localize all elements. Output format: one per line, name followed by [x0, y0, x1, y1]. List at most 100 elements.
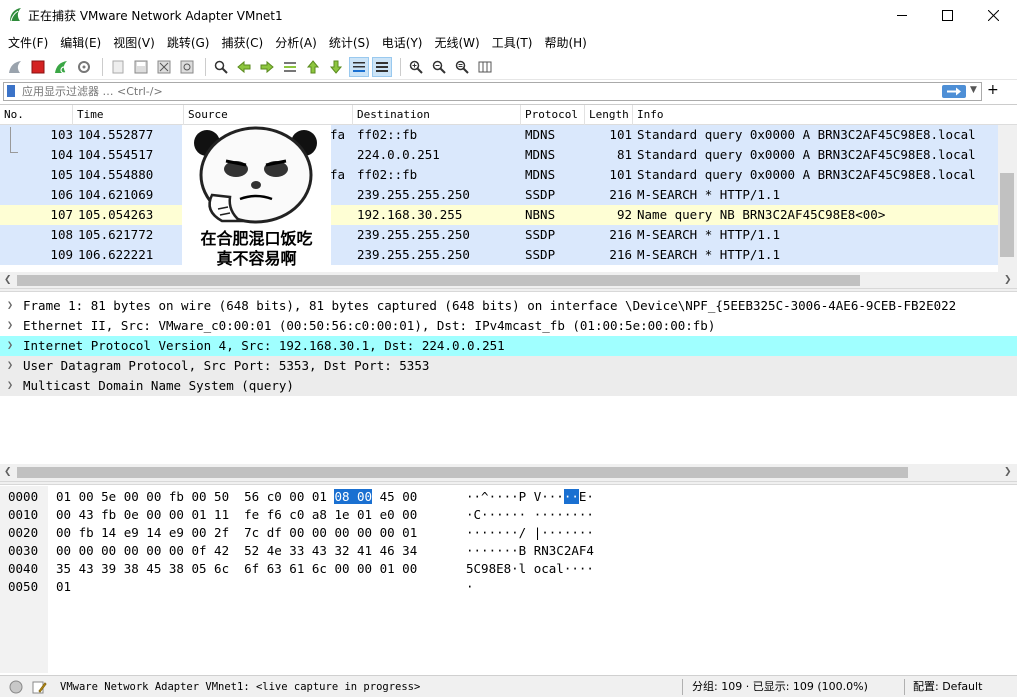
packet-no: 108 [50, 227, 73, 242]
detail-text: Frame 1: 81 bytes on wire (648 bits), 81… [23, 298, 957, 313]
packet-destination: ff02::fb [357, 127, 418, 142]
chevron-right-icon[interactable]: ❯ [7, 376, 13, 396]
detail-row-frame[interactable]: ❯ Frame 1: 81 bytes on wire (648 bits), … [0, 296, 1017, 316]
packet-list-horizontal-scrollbar[interactable]: ❮ ❯ [0, 272, 1017, 289]
capture-options-button[interactable] [74, 57, 94, 77]
apply-filter-button[interactable] [942, 85, 966, 98]
packet-time: 104.621069 [78, 187, 154, 202]
display-filter-input[interactable] [22, 83, 932, 100]
ascii-row[interactable]: ··^····P V·····E· [466, 488, 594, 506]
zoom-reset-button[interactable] [452, 57, 472, 77]
capture-comment-icon[interactable] [31, 679, 47, 695]
menu-help[interactable]: 帮助(H) [538, 34, 592, 51]
packet-row[interactable]: 103 104.552877 fa ff02::fb MDNS 101 Stan… [0, 125, 998, 145]
menu-statistics[interactable]: 统计(S) [323, 34, 376, 51]
packet-row[interactable]: 107 105.054263 192.168.30.255 NBNS 92 Na… [0, 205, 998, 225]
packet-row[interactable]: 108 105.621772 239.255.255.250 SSDP 216 … [0, 225, 998, 245]
column-header-destination[interactable]: Destination [353, 105, 521, 125]
packet-source [330, 245, 352, 265]
chevron-right-icon[interactable]: ❯ [7, 296, 13, 316]
chevron-left-icon[interactable]: ❮ [4, 467, 12, 477]
menu-capture[interactable]: 捕获(C) [215, 34, 269, 51]
column-header-info[interactable]: Info [633, 105, 1017, 125]
menu-telephony[interactable]: 电话(Y) [376, 34, 429, 51]
ascii-row[interactable]: 5C98E8·l ocal···· [466, 560, 594, 578]
chevron-right-icon[interactable]: ❯ [1004, 275, 1012, 285]
pane-splitter[interactable] [0, 481, 1017, 485]
detail-row-mdns[interactable]: ❯ Multicast Domain Name System (query) [0, 376, 1017, 396]
column-header-protocol[interactable]: Protocol [521, 105, 585, 125]
menu-view[interactable]: 视图(V) [107, 34, 161, 51]
open-file-button[interactable] [108, 57, 128, 77]
column-header-no[interactable]: No. [0, 105, 73, 125]
minimize-button[interactable] [879, 0, 925, 30]
expert-info-icon[interactable] [9, 680, 23, 694]
close-button[interactable] [970, 0, 1016, 30]
start-capture-button[interactable] [5, 57, 25, 77]
ascii-row[interactable]: ·······B RN3C2AF4 [466, 542, 594, 560]
bookmark-icon[interactable] [7, 85, 15, 97]
detail-row-udp[interactable]: ❯ User Datagram Protocol, Src Port: 5353… [0, 356, 1017, 376]
hex-row[interactable]: 01 00 5e 00 00 fb 00 50 56 c0 00 01 08 0… [56, 488, 417, 506]
packet-row[interactable]: 109 106.622221 239.255.255.250 SSDP 216 … [0, 245, 998, 265]
go-to-packet-button[interactable] [280, 57, 300, 77]
pane-splitter[interactable] [0, 288, 1017, 292]
stop-capture-button[interactable] [28, 57, 48, 77]
window-title: 正在捕获 VMware Network Adapter VMnet1 [28, 8, 283, 23]
chevron-right-icon[interactable]: ❯ [7, 336, 13, 356]
autoscroll-button[interactable] [349, 56, 369, 77]
menu-tools[interactable]: 工具(T) [486, 34, 539, 51]
column-header-source[interactable]: Source [184, 105, 353, 125]
menu-edit[interactable]: 编辑(E) [54, 34, 107, 51]
hex-row[interactable]: 00 00 00 00 00 00 0f 42 52 4e 33 43 32 4… [56, 542, 417, 560]
scrollbar-thumb[interactable] [17, 467, 908, 478]
packet-row[interactable]: 105 104.554880 fa ff02::fb MDNS 101 Stan… [0, 165, 998, 185]
arrow-up-icon [306, 59, 320, 73]
packet-row[interactable]: 106 104.621069 239.255.255.250 SSDP 216 … [0, 185, 998, 205]
detail-row-ipv4[interactable]: ❯ Internet Protocol Version 4, Src: 192.… [0, 336, 1017, 356]
resize-columns-button[interactable] [475, 57, 495, 77]
zoom-in-button[interactable] [406, 57, 426, 77]
menu-wireless[interactable]: 无线(W) [429, 34, 486, 51]
packet-info: Standard query 0x0000 A BRN3C2AF45C98E8.… [637, 147, 976, 162]
scrollbar-thumb[interactable] [17, 275, 860, 286]
hex-row[interactable]: 35 43 39 38 45 38 05 6c 6f 63 61 6c 00 0… [56, 560, 417, 578]
detail-row-ethernet[interactable]: ❯ Ethernet II, Src: VMware_c0:00:01 (00:… [0, 316, 1017, 336]
close-file-icon [157, 60, 171, 73]
go-forward-button[interactable] [257, 57, 277, 77]
packet-row[interactable]: 104 104.554517 224.0.0.251 MDNS 81 Stand… [0, 145, 998, 165]
reload-button[interactable] [177, 57, 197, 77]
first-packet-button[interactable] [303, 57, 323, 77]
hex-row[interactable]: 01 [56, 578, 71, 596]
hex-row[interactable]: 00 fb 14 e9 14 e9 00 2f 7c df 00 00 00 0… [56, 524, 417, 542]
maximize-button[interactable] [924, 0, 970, 30]
add-filter-button[interactable]: + [987, 83, 999, 97]
hex-row[interactable]: 00 43 fb 0e 00 00 01 11 fe f6 c0 a8 1e 0… [56, 506, 417, 524]
zoom-out-button[interactable] [429, 57, 449, 77]
title-bar: 正在捕获 VMware Network Adapter VMnet1 [0, 0, 1017, 30]
ascii-row[interactable]: ·······/ |······· [466, 524, 594, 542]
menu-analyze[interactable]: 分析(A) [269, 34, 323, 51]
save-file-button[interactable] [131, 57, 151, 77]
chevron-down-icon[interactable]: ▼ [970, 85, 977, 95]
restart-capture-button[interactable] [51, 57, 71, 77]
last-packet-button[interactable] [326, 57, 346, 77]
go-back-button[interactable] [234, 57, 254, 77]
close-file-button[interactable] [154, 57, 174, 77]
profile-text[interactable]: 配置: Default [913, 676, 982, 697]
menu-file[interactable]: 文件(F) [2, 34, 54, 51]
packet-list-vertical-scrollbar[interactable] [998, 125, 1017, 275]
column-header-length[interactable]: Length [585, 105, 633, 125]
details-horizontal-scrollbar[interactable]: ❮ ❯ [0, 464, 1017, 481]
colorize-button[interactable] [372, 56, 392, 77]
chevron-right-icon[interactable]: ❯ [7, 356, 13, 376]
find-packet-button[interactable] [211, 57, 231, 77]
ascii-row[interactable]: ·C······ ········ [466, 506, 594, 524]
ascii-row[interactable]: · [466, 578, 474, 596]
menu-go[interactable]: 跳转(G) [161, 34, 216, 51]
column-header-time[interactable]: Time [73, 105, 184, 125]
chevron-right-icon[interactable]: ❯ [1004, 467, 1012, 477]
chevron-left-icon[interactable]: ❮ [4, 275, 12, 285]
chevron-right-icon[interactable]: ❯ [7, 316, 13, 336]
scrollbar-thumb[interactable] [1000, 173, 1014, 257]
